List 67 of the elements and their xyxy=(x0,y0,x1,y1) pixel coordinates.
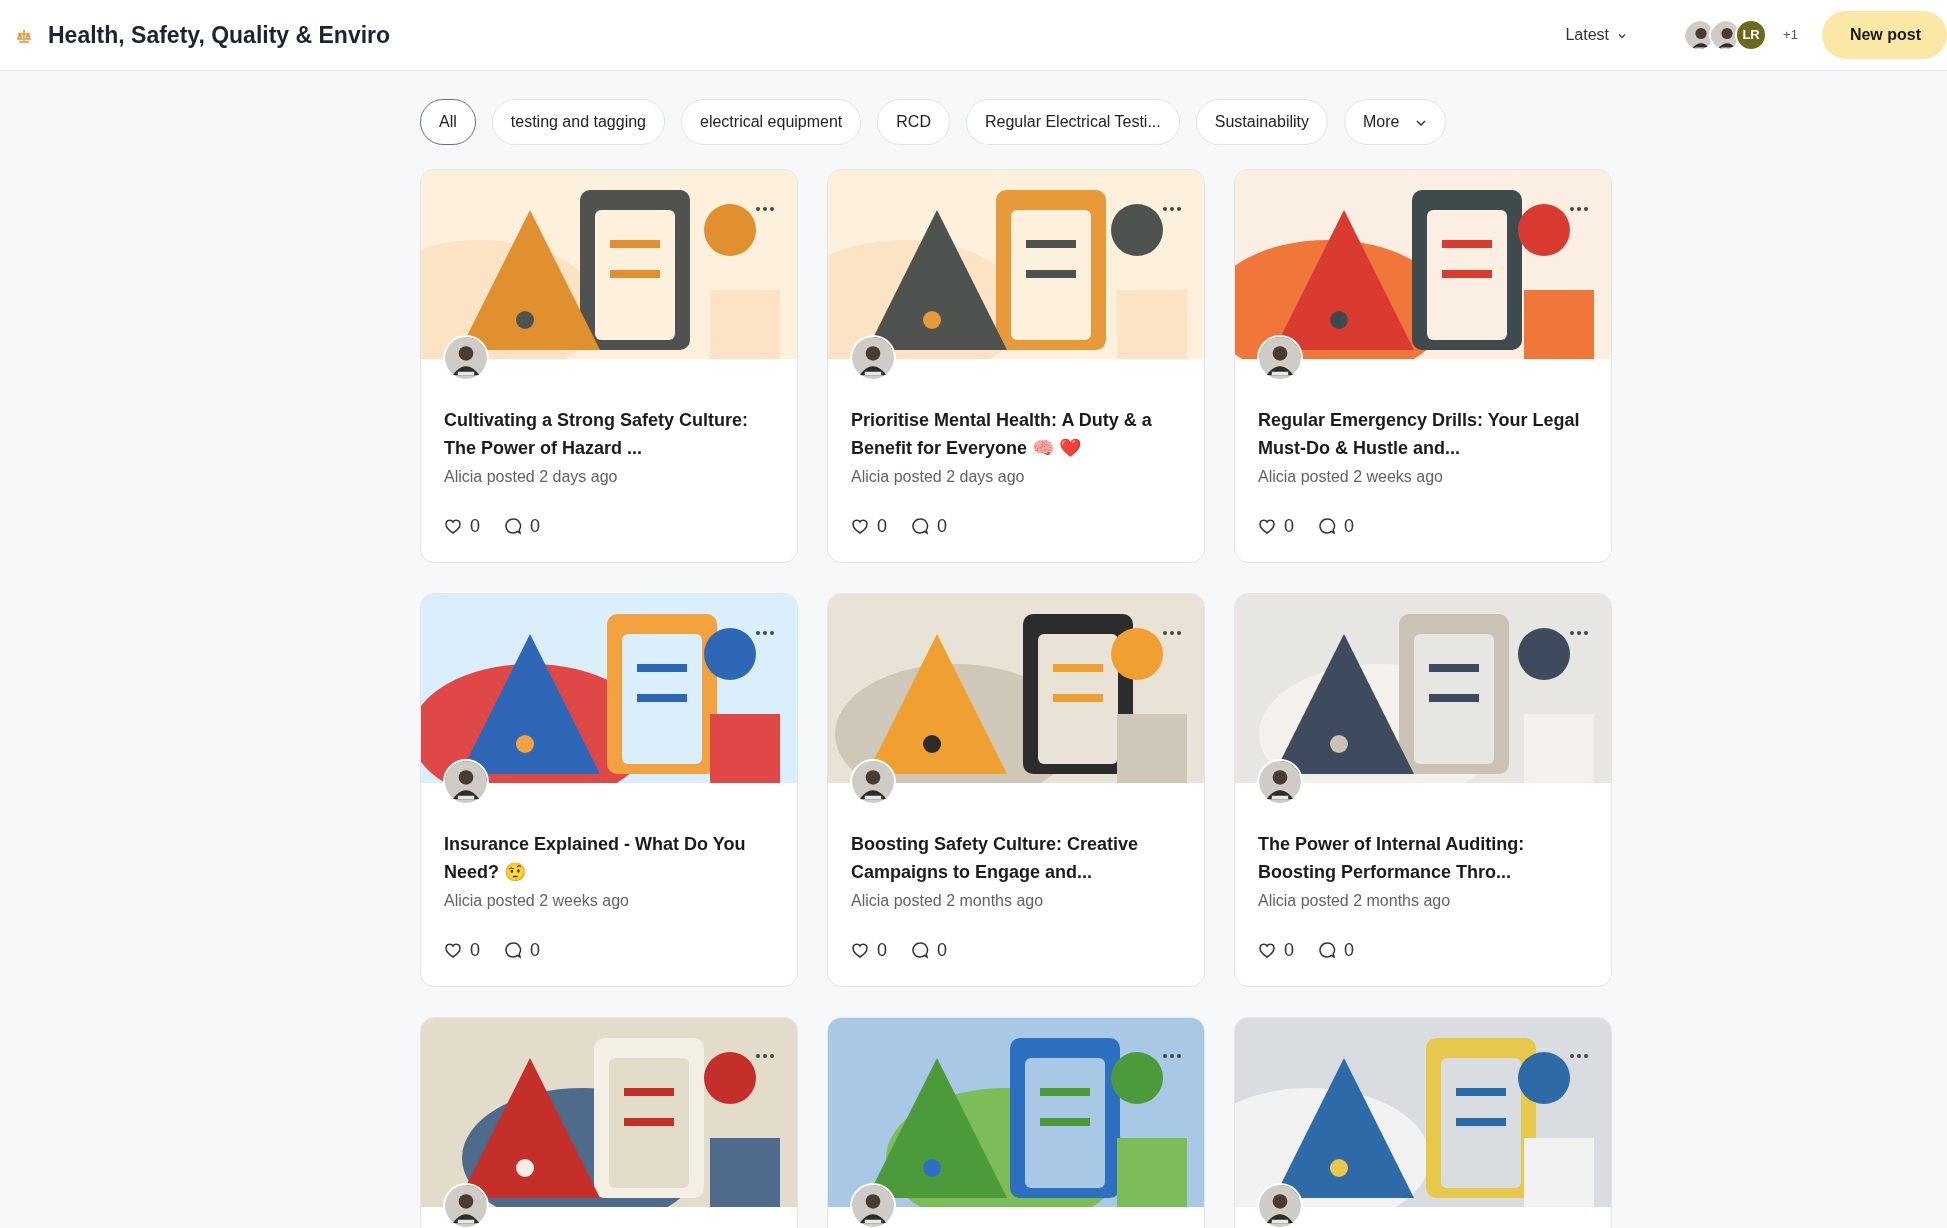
post-title[interactable]: Insurance Explained - What Do You Need? 🤨 xyxy=(444,830,774,887)
filter-chip[interactable]: All xyxy=(420,99,476,145)
filter-chip[interactable]: RCD xyxy=(877,99,950,145)
post-meta: Alicia posted 2 days ago xyxy=(851,466,1026,487)
post-meta: Alicia posted 2 weeks ago xyxy=(1258,466,1444,487)
heart-icon[interactable] xyxy=(851,941,869,960)
comment-count: 0 xyxy=(530,514,541,538)
heart-icon[interactable] xyxy=(444,517,462,536)
post-title[interactable]: Boosting Safety Culture: Creative Campaigns to Engage and... xyxy=(851,830,1181,887)
comment-icon[interactable] xyxy=(504,517,522,536)
post-meta: Alicia posted 2 weeks ago xyxy=(444,890,630,911)
filter-chip[interactable]: testing and tagging xyxy=(491,99,665,145)
author-avatar xyxy=(852,1184,894,1227)
member-avatar: LR xyxy=(1735,19,1768,51)
heart-icon[interactable] xyxy=(1258,517,1276,536)
author-avatar xyxy=(1259,1184,1301,1227)
author-avatar xyxy=(445,760,487,803)
like-count: 0 xyxy=(470,938,480,962)
author-avatar xyxy=(445,337,487,379)
more-options-icon[interactable] xyxy=(1162,1053,1182,1060)
member-count: +1 xyxy=(1783,26,1798,45)
like-count: 0 xyxy=(470,514,480,538)
filter-chip[interactable]: Regular Electrical Testi... xyxy=(965,99,1180,145)
author-avatar xyxy=(1259,337,1301,379)
author-avatar xyxy=(445,1184,487,1227)
filter-chip[interactable]: electrical equipment xyxy=(681,99,862,145)
post-meta: Alicia posted 2 months ago xyxy=(1258,890,1452,911)
more-options-icon[interactable] xyxy=(755,629,775,636)
post-meta: Alicia posted 2 months ago xyxy=(851,890,1045,911)
like-count: 0 xyxy=(877,938,887,962)
more-options-icon[interactable] xyxy=(1569,629,1589,636)
more-options-icon[interactable] xyxy=(1162,629,1182,636)
more-options-icon[interactable] xyxy=(1569,1053,1589,1060)
like-count: 0 xyxy=(877,514,887,538)
comment-icon[interactable] xyxy=(911,941,929,960)
more-filters-button[interactable]: More xyxy=(1344,99,1447,145)
comment-count: 0 xyxy=(937,514,948,538)
post-title[interactable]: Cultivating a Strong Safety Culture: The Power of Hazard ... xyxy=(444,407,774,463)
comment-icon[interactable] xyxy=(504,941,522,960)
post-title[interactable]: The Power of Internal Auditing: Boosting Performance Thro... xyxy=(1258,830,1588,887)
heart-icon[interactable] xyxy=(444,941,462,960)
comment-icon[interactable] xyxy=(1318,941,1336,960)
heart-icon[interactable] xyxy=(1258,941,1276,960)
post-title[interactable]: Prioritise Mental Health: A Duty & a Benefit for Everyone 🧠 ❤ xyxy=(851,407,1181,463)
post-meta: Alicia posted 2 days ago xyxy=(444,466,619,487)
comment-icon[interactable] xyxy=(1318,517,1336,536)
sort-dropdown[interactable]: Latest xyxy=(1559,22,1634,48)
comment-count: 0 xyxy=(1344,514,1355,538)
like-count: 0 xyxy=(1284,938,1294,962)
comment-count: 0 xyxy=(937,938,948,962)
more-options-icon[interactable] xyxy=(755,1053,775,1060)
author-avatar xyxy=(852,760,894,803)
like-count: 0 xyxy=(1284,514,1294,538)
new-post-button[interactable]: New post xyxy=(1821,11,1947,59)
heart-icon[interactable] xyxy=(851,517,869,536)
comment-count: 0 xyxy=(1344,938,1355,962)
scales-icon xyxy=(16,27,32,44)
author-avatar xyxy=(1259,760,1301,803)
filter-chip[interactable]: Sustainability xyxy=(1195,99,1329,145)
more-options-icon[interactable] xyxy=(1162,205,1182,212)
more-options-icon[interactable] xyxy=(755,205,775,212)
comment-count: 0 xyxy=(530,938,541,962)
author-avatar xyxy=(852,337,894,379)
page-title: Health, Safety, Quality & Enviro xyxy=(48,20,391,50)
post-title[interactable]: Regular Emergency Drills: Your Legal Must-Do & Hustle and... xyxy=(1258,407,1588,463)
more-options-icon[interactable] xyxy=(1569,205,1589,212)
comment-icon[interactable] xyxy=(911,517,929,536)
